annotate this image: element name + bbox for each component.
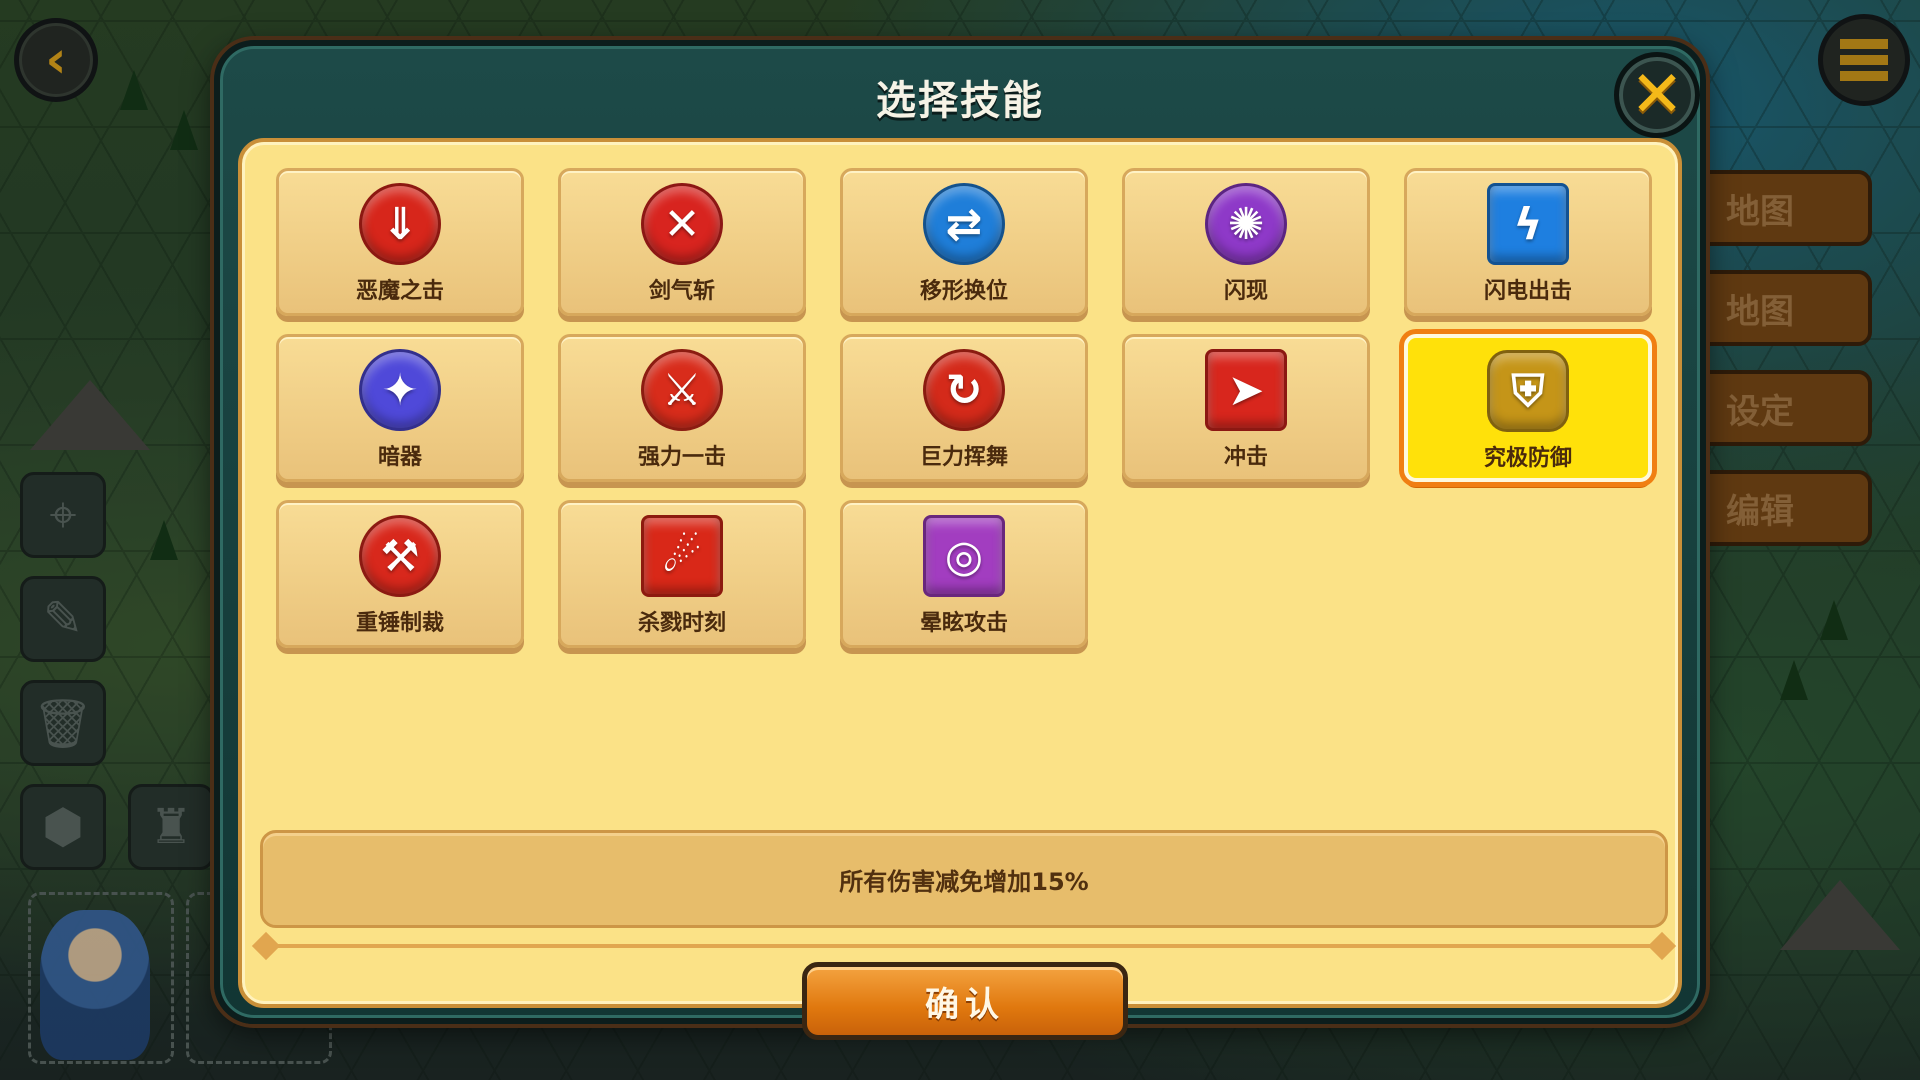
skill-name: 移形换位 — [919, 279, 1008, 304]
mighty-swing-icon: ↻ — [923, 349, 1005, 431]
ultimate-defense-icon: ⛨ — [1487, 350, 1569, 432]
skill-name: 巨力挥舞 — [919, 445, 1008, 470]
skill-card[interactable]: ✕ 剑气斩 — [558, 168, 806, 316]
skill-name: 晕眩攻击 — [919, 611, 1008, 636]
skill-card[interactable]: ◎ 晕眩攻击 — [840, 500, 1088, 648]
skill-name: 冲击 — [1223, 445, 1268, 470]
close-icon: ✕ — [1630, 58, 1684, 132]
skill-select-dialog: 选择技能 ✕ ⇓ 恶魔之击 ✕ 剑气斩 ⇄ 移形换位 ✺ 闪现 ϟ 闪电出击 ✦ 暗器 ⚔ 强力一击 ↻ 巨力… — [214, 40, 1706, 1040]
power-strike-icon: ⚔ — [641, 349, 723, 431]
charge-icon: ➤ — [1205, 349, 1287, 431]
skill-name: 强力一击 — [637, 445, 726, 470]
skill-panel: ⇓ 恶魔之击 ✕ 剑气斩 ⇄ 移形换位 ✺ 闪现 ϟ 闪电出击 ✦ 暗器 ⚔ 强力一击 ↻ 巨力挥舞 ➤ 冲击 ⛨ 究… — [238, 138, 1682, 1040]
skill-name: 暗器 — [377, 445, 422, 470]
lightning-strike-icon: ϟ — [1487, 183, 1569, 265]
skill-description: 所有伤害减免增加15% — [260, 830, 1668, 928]
skill-card[interactable]: ϟ 闪电出击 — [1404, 168, 1652, 316]
skill-card[interactable]: ✦ 暗器 — [276, 334, 524, 482]
hammer-judgment-icon: ⚒ — [359, 515, 441, 597]
stun-attack-icon: ◎ — [923, 515, 1005, 597]
dialog-title: 选择技能 — [876, 78, 1044, 124]
skill-name: 恶魔之击 — [355, 279, 444, 304]
close-button[interactable]: ✕ — [1614, 52, 1700, 138]
sword-qi-icon: ✕ — [641, 183, 723, 265]
swap-position-icon: ⇄ — [923, 183, 1005, 265]
divider — [262, 944, 1666, 948]
skill-card[interactable]: ↻ 巨力挥舞 — [840, 334, 1088, 482]
confirm-button[interactable]: 确认 — [802, 962, 1128, 1040]
skill-name: 剑气斩 — [648, 279, 715, 304]
skill-name: 闪现 — [1223, 279, 1268, 304]
skill-card[interactable]: ⇓ 恶魔之击 — [276, 168, 524, 316]
skill-card[interactable]: ⚔ 强力一击 — [558, 334, 806, 482]
skill-name: 闪电出击 — [1483, 279, 1572, 304]
slaughter-moment-icon: ☄ — [641, 515, 723, 597]
skill-name: 究极防御 — [1483, 446, 1572, 471]
skill-name: 重锤制裁 — [355, 611, 444, 636]
skill-card[interactable]: ✺ 闪现 — [1122, 168, 1370, 316]
skill-card[interactable]: ☄ 杀戮时刻 — [558, 500, 806, 648]
blink-icon: ✺ — [1205, 183, 1287, 265]
skill-name: 杀戮时刻 — [637, 611, 726, 636]
skill-card[interactable]: ➤ 冲击 — [1122, 334, 1370, 482]
skill-card[interactable]: ⇄ 移形换位 — [840, 168, 1088, 316]
skill-card[interactable]: ⛨ 究极防御 — [1404, 334, 1652, 482]
demon-strike-icon: ⇓ — [359, 183, 441, 265]
hidden-weapon-icon: ✦ — [359, 349, 441, 431]
skill-card[interactable]: ⚒ 重锤制裁 — [276, 500, 524, 648]
